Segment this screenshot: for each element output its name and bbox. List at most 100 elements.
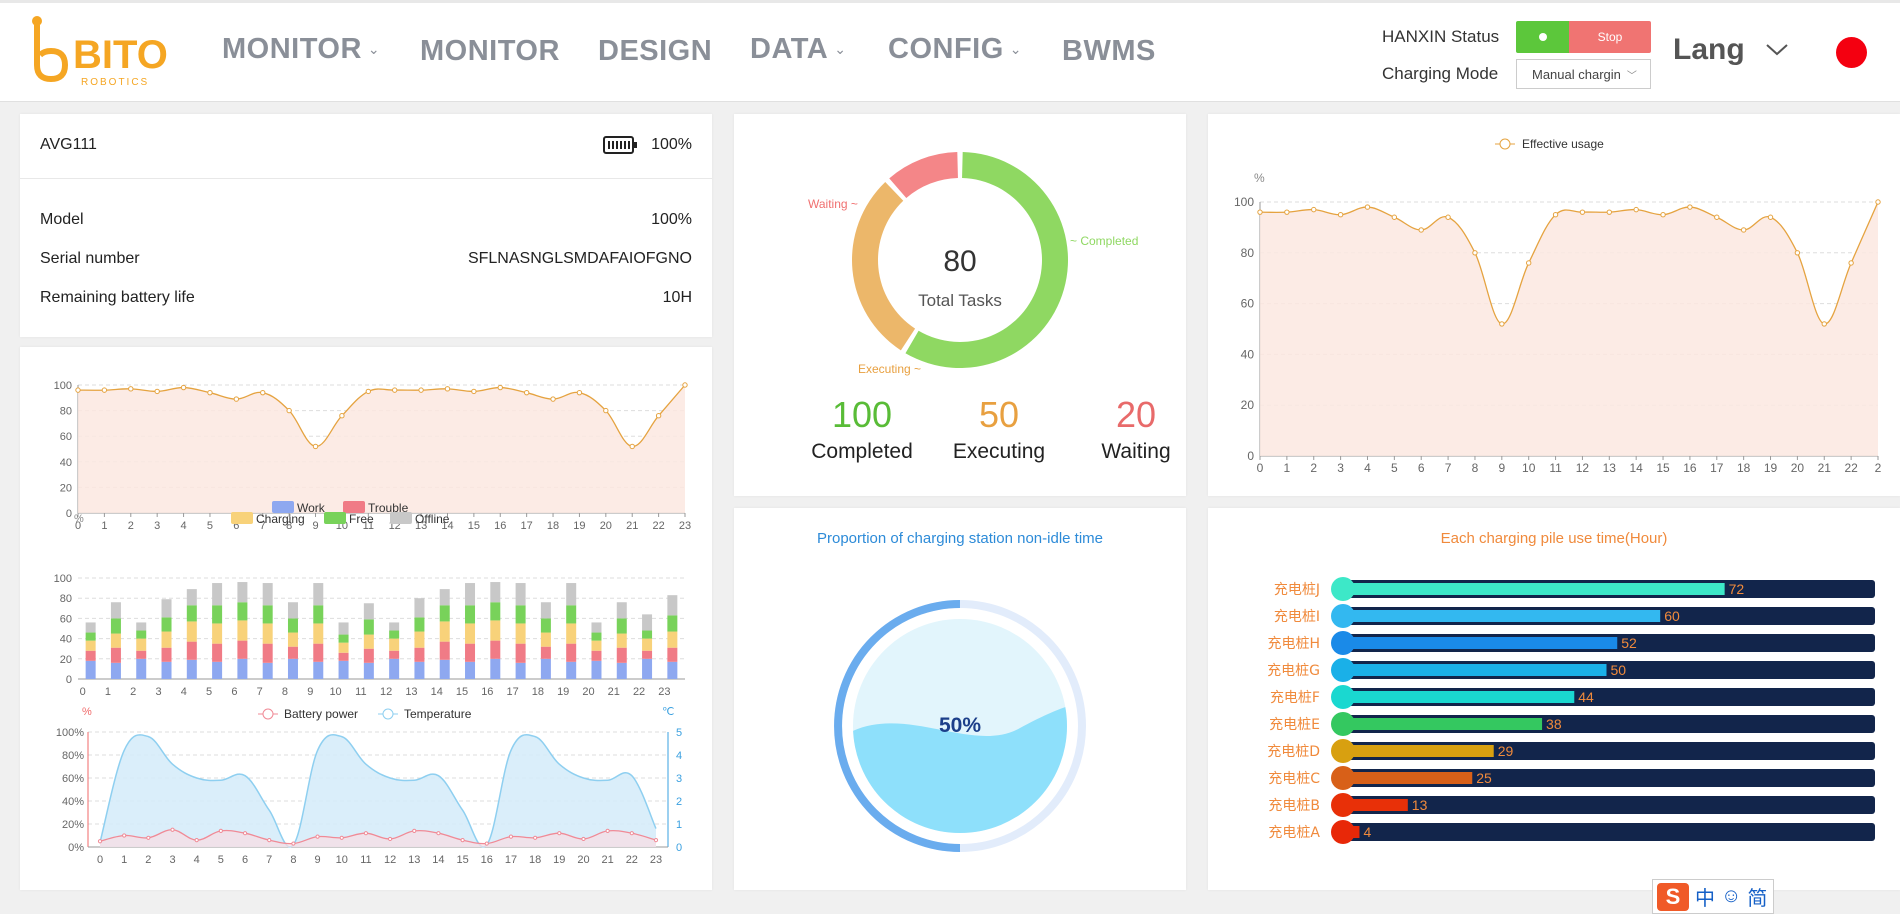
line-point <box>682 382 688 388</box>
battery-point <box>170 827 175 832</box>
x-tick-label: 1 <box>101 520 107 532</box>
x-tick-label: 11 <box>1549 461 1562 475</box>
bar-charging <box>642 638 653 651</box>
y-axis-label-right: ℃ <box>662 706 674 718</box>
nav-data-dropdown[interactable]: DATA ⌄ <box>750 33 846 66</box>
y-tick-label-left: 40% <box>62 796 84 808</box>
y-tick-label: 80 <box>1241 246 1255 260</box>
line-point <box>523 389 530 396</box>
slice-label-waiting: Waiting ~ <box>808 197 858 211</box>
bar-trouble <box>389 650 400 659</box>
pile-bar-cap <box>1331 766 1355 790</box>
x-tick-label: 17 <box>521 520 533 532</box>
stop-button[interactable]: Stop <box>1569 21 1651 53</box>
x-tick-label: 22 <box>633 686 645 698</box>
x-tick-label: 14 <box>1629 461 1643 475</box>
nav-design[interactable]: DESIGN <box>598 35 712 68</box>
line-point <box>128 386 134 392</box>
y-tick-label: 20 <box>60 654 72 666</box>
legend-label: Effective usage <box>1522 137 1604 151</box>
line-point <box>312 443 319 450</box>
chevron-down-icon: ﹀ <box>1626 70 1637 82</box>
legend-label: Charging <box>256 512 305 526</box>
bar-charging <box>262 623 273 644</box>
line-point <box>1391 214 1398 220</box>
hanxin-status-toggle[interactable]: Stop <box>1516 21 1651 53</box>
line-point <box>471 388 477 395</box>
y-tick-label: 0 <box>66 674 72 686</box>
bar-work <box>338 660 349 679</box>
y-tick-label: 60 <box>1241 297 1255 311</box>
line-point <box>391 387 398 393</box>
chevron-down-icon: ⌄ <box>1009 41 1023 57</box>
bar-offline <box>414 598 425 618</box>
bar-work <box>136 658 147 679</box>
legend-swatch <box>324 512 346 524</box>
bar-trouble <box>566 643 577 662</box>
nav-config-dropdown[interactable]: CONFIG ⌄ <box>888 33 1022 66</box>
x-tick-label: 9 <box>312 520 318 532</box>
nav-label: MONITOR <box>222 33 362 65</box>
legend-label: Battery power <box>284 707 358 721</box>
nav-monitor[interactable]: MONITOR <box>420 35 560 68</box>
bar-offline <box>540 602 551 619</box>
y-tick-label: 0 <box>1247 449 1254 463</box>
pile-label: 充电桩B <box>1268 797 1320 814</box>
bar-charging <box>338 642 349 653</box>
bar-offline <box>136 622 147 631</box>
bar-offline <box>313 583 324 606</box>
x-tick-label: 14 <box>432 854 444 866</box>
effective-usage-card: Effective usage% 0 20 40 60 80 100 0 1 2 3 4 5 6 7 8 9 10… <box>1208 114 1900 496</box>
bar-trouble <box>515 643 526 663</box>
bar-free <box>110 618 121 634</box>
line-point <box>444 386 451 392</box>
battery-point <box>339 835 344 840</box>
line-point <box>1767 214 1774 220</box>
battery-point <box>460 838 465 843</box>
y-axis-label: % <box>1254 171 1265 185</box>
bar-charging <box>414 631 425 648</box>
bar-work <box>85 660 96 679</box>
pile-bar <box>1338 637 1618 649</box>
charging-mode-label: Charging Mode <box>1382 64 1499 83</box>
toggle-on[interactable] <box>1516 21 1569 53</box>
x-tick-label: 1 <box>1284 461 1291 475</box>
x-tick-label: 8 <box>282 686 288 698</box>
nav-bwms[interactable]: BWMS <box>1062 35 1156 68</box>
line-point <box>286 407 292 414</box>
line-point <box>1633 206 1639 213</box>
line-point <box>180 384 187 391</box>
pile-bar <box>1338 583 1725 595</box>
bar-work <box>186 659 197 679</box>
stat-label: Completed <box>811 440 913 463</box>
brand-name: BITO <box>73 33 168 77</box>
bar-work <box>212 661 223 679</box>
pile-value: 29 <box>1498 743 1514 759</box>
x-tick-label: 15 <box>1656 461 1670 475</box>
y-tick-label-right: 1 <box>676 819 682 831</box>
charging-mode-select[interactable]: Manual chargin ﹀ <box>1516 59 1651 89</box>
line-point <box>1821 321 1827 327</box>
bar-trouble <box>262 643 273 663</box>
bar-trouble <box>490 640 501 659</box>
line-point <box>550 396 556 402</box>
ime-indicator[interactable]: S 中 ☺ 简 <box>1652 879 1774 914</box>
pile-value: 72 <box>1729 581 1745 597</box>
agv-info-card: AVG111 100% Model 100% Serial number SFLNA… <box>20 114 712 337</box>
battery-point <box>146 835 151 840</box>
x-tick-label: 16 <box>481 686 493 698</box>
y-tick-label: 100 <box>54 380 72 392</box>
bito-logo[interactable]: BITO ROBOTICS <box>28 13 188 93</box>
battery-point <box>194 838 199 843</box>
x-tick-label: 5 <box>1391 461 1398 475</box>
language-dropdown[interactable]: Lang <box>1673 33 1789 67</box>
legend-label: Offline <box>415 512 450 526</box>
x-tick-label: 4 <box>181 520 187 532</box>
bar-charging <box>591 640 602 651</box>
x-tick-label: 4 <box>181 686 187 698</box>
pile-value: 50 <box>1611 662 1627 678</box>
nav-monitor-dropdown[interactable]: MONITOR ⌄ <box>222 33 380 66</box>
line-point <box>603 407 609 414</box>
bar-trouble <box>414 647 425 662</box>
bar-offline <box>616 602 627 619</box>
